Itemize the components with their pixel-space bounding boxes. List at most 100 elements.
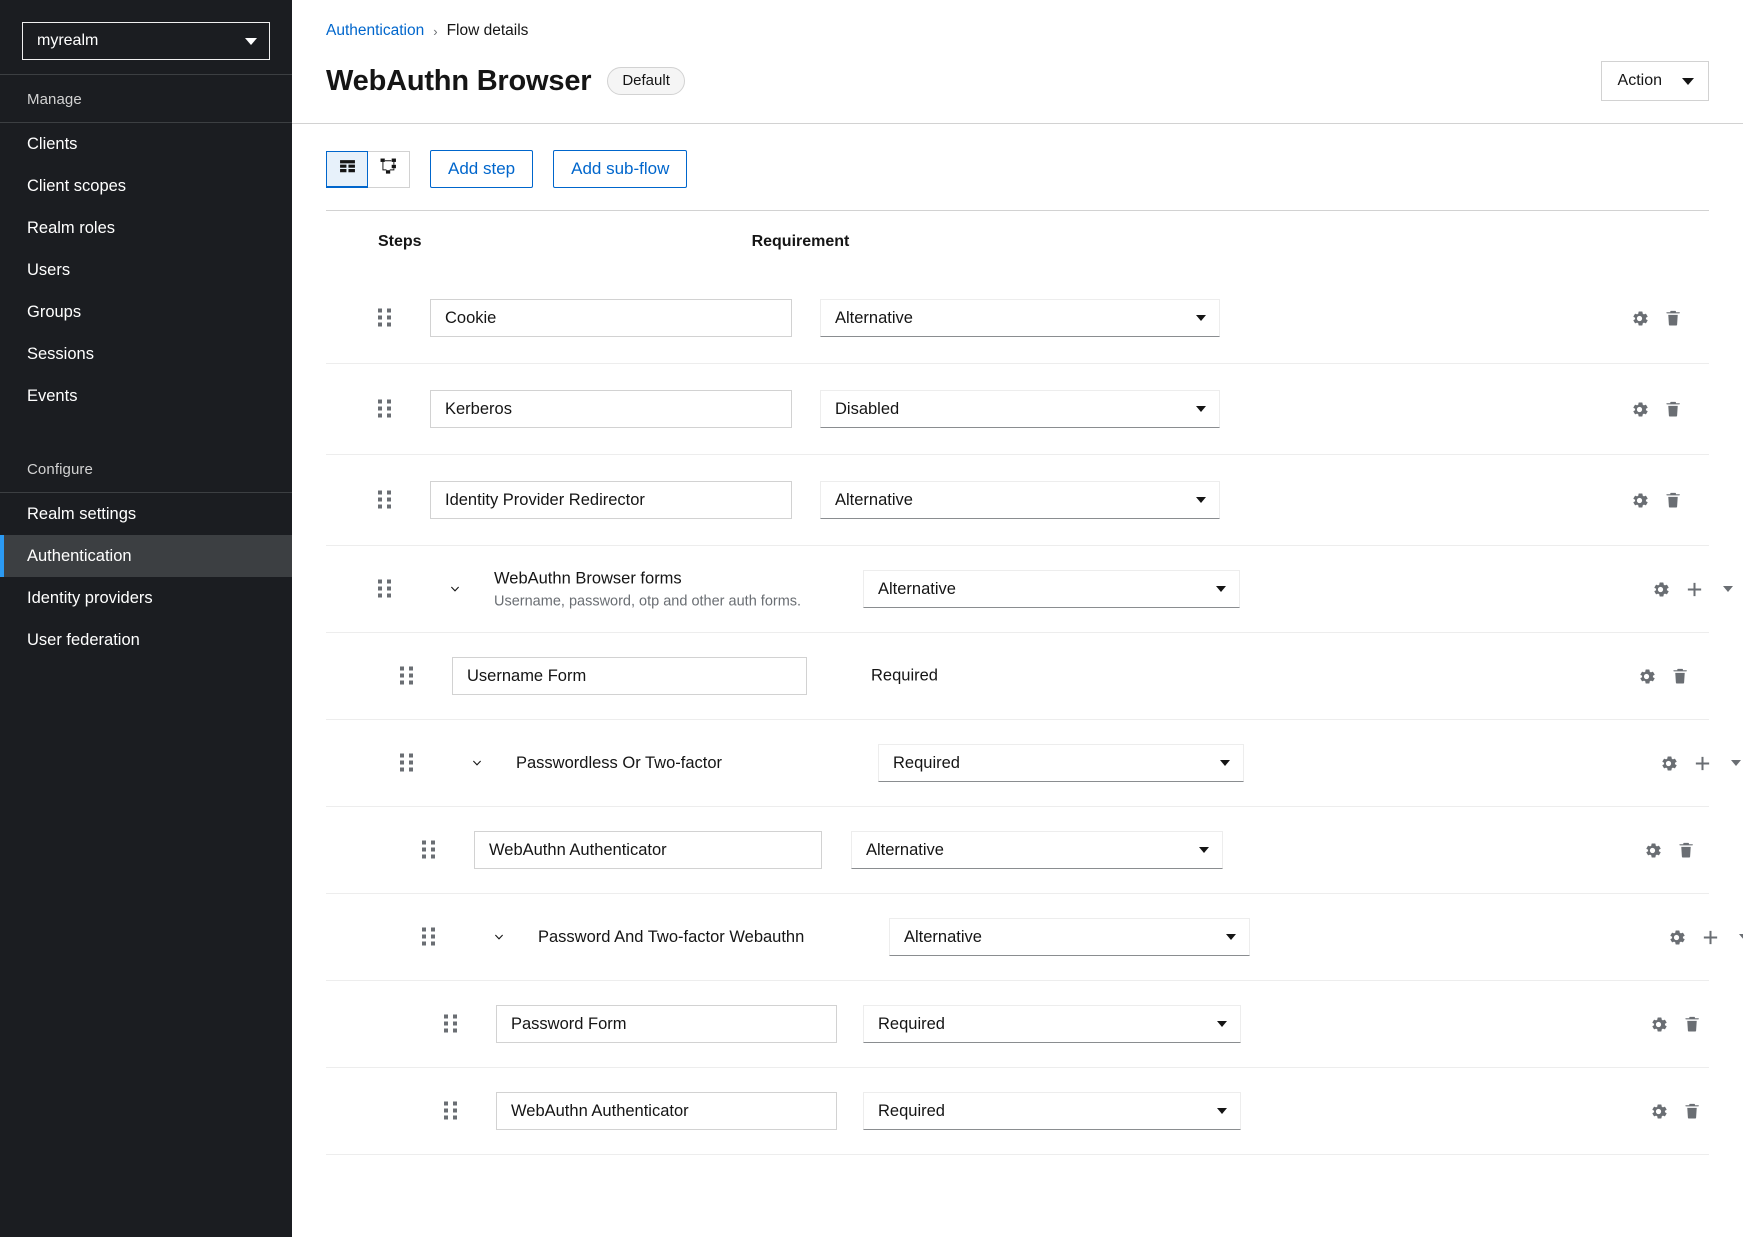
chevron-down-icon[interactable] <box>1727 920 1743 954</box>
plus-icon[interactable] <box>1685 746 1719 780</box>
sidebar-item-realm-roles[interactable]: Realm roles <box>0 207 292 249</box>
chevron-down-icon <box>1196 497 1206 503</box>
sidebar-item-identity-providers[interactable]: Identity providers <box>0 577 292 619</box>
table-row: Username FormRequired <box>326 633 1709 720</box>
row-actions <box>1659 920 1743 954</box>
gear-icon[interactable] <box>1622 392 1656 426</box>
chevron-down-icon <box>1196 315 1206 321</box>
sidebar-item-clients[interactable]: Clients <box>0 123 292 165</box>
gear-icon[interactable] <box>1651 746 1685 780</box>
requirement-select[interactable]: Alternative <box>820 481 1220 519</box>
trash-icon[interactable] <box>1675 1007 1709 1041</box>
step-name[interactable]: WebAuthn Authenticator <box>474 831 822 869</box>
requirement-select[interactable]: Required <box>878 744 1244 782</box>
requirement-select-value: Required <box>878 1015 945 1034</box>
requirement-select[interactable]: Alternative <box>889 918 1250 956</box>
subflow-name: Passwordless Or Two-factor <box>516 752 722 774</box>
step-name[interactable]: Username Form <box>452 657 807 695</box>
requirement-select[interactable]: Alternative <box>863 570 1240 608</box>
step-name[interactable]: Password Form <box>496 1005 837 1043</box>
row-divider <box>326 1154 1709 1155</box>
requirement-select-value: Alternative <box>878 580 956 599</box>
table-view-toggle[interactable] <box>326 151 368 188</box>
trash-icon[interactable] <box>1669 833 1703 867</box>
row-actions <box>1641 1094 1709 1128</box>
gear-icon[interactable] <box>1629 659 1663 693</box>
row-actions <box>1629 659 1697 693</box>
diagram-view-toggle[interactable] <box>368 151 410 188</box>
drag-handle[interactable] <box>422 928 435 947</box>
drag-handle[interactable] <box>378 309 391 328</box>
table-row: WebAuthn Browser formsUsername, password… <box>326 546 1709 633</box>
topology-icon <box>380 158 397 180</box>
sidebar-item-groups[interactable]: Groups <box>0 291 292 333</box>
requirement-select[interactable]: Alternative <box>820 299 1220 337</box>
drag-handle[interactable] <box>378 580 391 599</box>
trash-icon[interactable] <box>1675 1094 1709 1128</box>
sidebar-item-client-scopes[interactable]: Client scopes <box>0 165 292 207</box>
expand-collapse-toggle[interactable] <box>466 756 488 770</box>
drag-handle[interactable] <box>400 667 413 686</box>
row-actions <box>1622 392 1690 426</box>
expand-collapse-toggle[interactable] <box>444 582 466 596</box>
drag-handle[interactable] <box>378 491 391 510</box>
subflow-name: Password And Two-factor Webauthn <box>538 926 804 948</box>
drag-handle[interactable] <box>422 841 435 860</box>
chevron-down-icon[interactable] <box>1719 746 1743 780</box>
action-button[interactable]: Action <box>1601 61 1709 101</box>
requirement-select[interactable]: Alternative <box>851 831 1223 869</box>
requirement-select[interactable]: Required <box>863 1092 1241 1130</box>
drag-handle[interactable] <box>400 754 413 773</box>
expand-collapse-toggle[interactable] <box>488 930 510 944</box>
subflow-name: WebAuthn Browser forms <box>494 568 801 590</box>
sidebar-item-authentication[interactable]: Authentication <box>0 535 292 577</box>
trash-icon[interactable] <box>1656 483 1690 517</box>
requirement-select[interactable]: Disabled <box>820 390 1220 428</box>
table-row: Kerberos Disabled <box>326 364 1709 455</box>
row-actions <box>1622 301 1690 335</box>
plus-icon[interactable] <box>1693 920 1727 954</box>
plus-icon[interactable] <box>1677 572 1711 606</box>
trash-icon[interactable] <box>1656 301 1690 335</box>
sidebar-item-realm-settings[interactable]: Realm settings <box>0 493 292 535</box>
sidebar-item-user-federation[interactable]: User federation <box>0 619 292 661</box>
sidebar-item-sessions[interactable]: Sessions <box>0 333 292 375</box>
sidebar-item-events[interactable]: Events <box>0 375 292 417</box>
row-actions <box>1635 833 1703 867</box>
realm-selector[interactable]: myrealm <box>22 22 270 60</box>
requirement-select-value: Required <box>893 754 960 773</box>
gear-icon[interactable] <box>1622 301 1656 335</box>
requirement-select-value: Alternative <box>904 928 982 947</box>
breadcrumb-link-authentication[interactable]: Authentication <box>326 22 424 40</box>
drag-handle[interactable] <box>444 1102 457 1121</box>
breadcrumb-separator-icon: › <box>433 24 437 39</box>
gear-icon[interactable] <box>1641 1007 1675 1041</box>
requirement-select-value: Disabled <box>835 400 899 419</box>
chevron-down-icon[interactable] <box>1711 572 1743 606</box>
gear-icon[interactable] <box>1643 572 1677 606</box>
gear-icon[interactable] <box>1641 1094 1675 1128</box>
chevron-down-icon <box>245 38 257 45</box>
row-actions <box>1643 572 1743 606</box>
requirement-select[interactable]: Required <box>863 1005 1241 1043</box>
chevron-down-icon <box>1199 847 1209 853</box>
add-step-button[interactable]: Add step <box>430 150 533 188</box>
sidebar-item-users[interactable]: Users <box>0 249 292 291</box>
add-subflow-button[interactable]: Add sub-flow <box>553 150 687 188</box>
main-content: Authentication › Flow details WebAuthn B… <box>292 0 1743 1237</box>
step-name[interactable]: Kerberos <box>430 390 792 428</box>
step-name[interactable]: Cookie <box>430 299 792 337</box>
requirement-select-value: Alternative <box>835 491 913 510</box>
step-name[interactable]: WebAuthn Authenticator <box>496 1092 837 1130</box>
gear-icon[interactable] <box>1659 920 1693 954</box>
trash-icon[interactable] <box>1656 392 1690 426</box>
step-name[interactable]: Identity Provider Redirector <box>430 481 792 519</box>
realm-selector-container: myrealm <box>0 0 292 74</box>
table-row: Cookie Alternative <box>326 273 1709 364</box>
drag-handle[interactable] <box>378 400 391 419</box>
gear-icon[interactable] <box>1622 483 1656 517</box>
requirement-select-value: Alternative <box>866 841 944 860</box>
trash-icon[interactable] <box>1663 659 1697 693</box>
drag-handle[interactable] <box>444 1015 457 1034</box>
gear-icon[interactable] <box>1635 833 1669 867</box>
